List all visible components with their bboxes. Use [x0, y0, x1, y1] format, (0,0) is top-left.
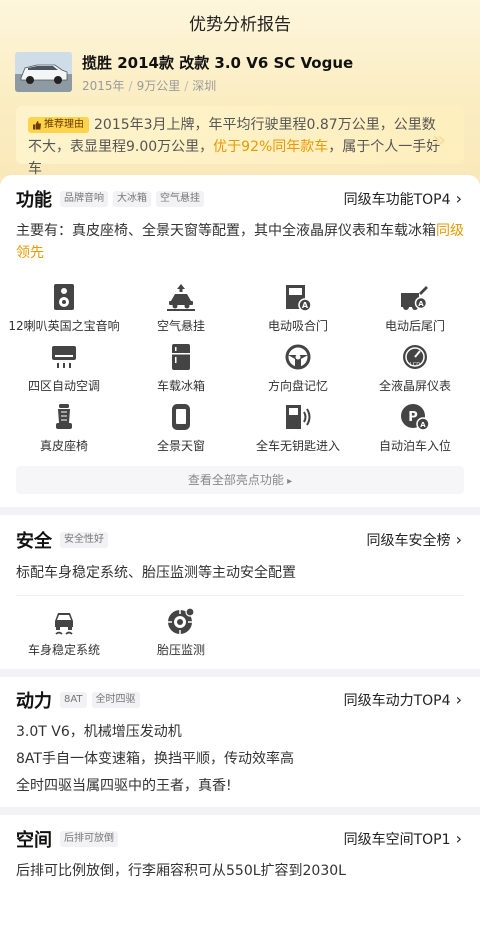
power-header: 动力 8AT 全时四驱 — [16, 687, 145, 713]
safety-desc: 标配车身稳定系统、胎压监测等主动安全配置 — [16, 565, 296, 581]
svg-text:P: P — [408, 410, 418, 425]
car-year: 2015年 — [82, 79, 125, 93]
feature-item[interactable]: 车载冰箱 — [121, 343, 241, 394]
feature-item[interactable]: 12喇叭英国之宝音响 — [4, 283, 124, 334]
function-tag: 大冰箱 — [113, 191, 151, 207]
car-name: 揽胜 2014款 改款 3.0 V6 SC Vogue — [82, 54, 354, 72]
car-mileage: 9万公里 — [136, 79, 181, 93]
feature-item[interactable]: A 电动后尾门 — [355, 283, 475, 334]
air-suspension-icon — [167, 284, 195, 311]
air-conditioner-icon — [52, 346, 76, 368]
stability-control-icon — [55, 613, 73, 635]
space-tag: 后排可放倒 — [60, 831, 118, 847]
space-title: 空间 — [16, 830, 52, 851]
leather-seat-icon — [56, 404, 72, 429]
tire-pressure-icon — [168, 607, 195, 634]
feature-item[interactable]: PA 自动泊车入位 — [355, 403, 475, 454]
safety-rank-link[interactable]: 同级车安全榜 — [367, 530, 462, 550]
panoramic-sunroof-icon — [172, 404, 190, 430]
car-meta: 2015年/9万公里 / 深圳 — [82, 79, 217, 93]
power-tag: 8AT — [60, 692, 87, 708]
fridge-icon — [172, 344, 190, 370]
space-card: 空间 后排可放倒 同级车空间TOP1 后排可比例放倒，行李厢容积可从550L扩容… — [0, 815, 480, 940]
feature-item[interactable]: A 电动吸合门 — [238, 283, 358, 334]
function-desc: 主要有：真皮座椅、全景天窗等配置，其中全液晶屏仪表和车载冰箱同级领先 — [16, 223, 464, 261]
feature-item[interactable]: LCD 全液晶屏仪表 — [355, 343, 475, 394]
function-tag: 品牌音响 — [60, 191, 108, 207]
divider — [16, 595, 464, 596]
page-title: 优势分析报告 — [189, 15, 291, 35]
safety-title: 安全 — [16, 531, 52, 552]
safety-tag: 安全性好 — [60, 532, 108, 548]
power-line: 8AT手自一体变速箱，换挡平顺，传动效率高 — [16, 751, 294, 767]
car-thumbnail[interactable] — [15, 52, 72, 92]
chevron-decoration-icon: » — [432, 128, 446, 153]
power-tailgate-icon: A — [401, 286, 428, 310]
steering-wheel-icon — [285, 344, 311, 370]
function-top-link[interactable]: 同级车功能TOP4 — [344, 189, 462, 209]
thumbs-up-icon — [33, 121, 41, 130]
svg-text:A: A — [420, 421, 426, 429]
soft-close-door-icon: A — [286, 285, 312, 311]
power-top-link[interactable]: 同级车动力TOP4 — [344, 690, 462, 710]
feature-item[interactable]: 车身稳定系统 — [4, 607, 124, 658]
power-line: 全时四驱当属四驱中的王者，真香! — [16, 778, 232, 794]
feature-item[interactable]: 四区自动空调 — [4, 343, 124, 394]
function-card: 功能 品牌音响 大冰箱 空气悬挂 同级车功能TOP4 主要有：真皮座椅、全景天窗… — [0, 175, 480, 507]
power-title: 动力 — [16, 691, 52, 712]
recommend-highlight: 优于92%同年款车 — [213, 139, 329, 155]
feature-item[interactable]: 空气悬挂 — [121, 283, 241, 334]
keyless-entry-icon — [286, 405, 311, 429]
function-header: 功能 品牌音响 大冰箱 空气悬挂 — [16, 186, 209, 212]
svg-text:A: A — [418, 300, 424, 308]
safety-card: 安全 安全性好 同级车安全榜 标配车身稳定系统、胎压监测等主动安全配置 车身稳定… — [0, 515, 480, 669]
power-line: 3.0T V6，机械增压发动机 — [16, 724, 182, 740]
feature-item[interactable]: 方向盘记忆 — [238, 343, 358, 394]
recommend-text: 2015年3月上牌，年平均行驶里程0.87万公里，公里数不大，表显里程9.00万… — [28, 117, 441, 177]
car-city: 深圳 — [192, 79, 217, 93]
space-top-link[interactable]: 同级车空间TOP1 — [344, 829, 462, 849]
feature-item[interactable]: 全车无钥匙进入 — [238, 403, 358, 454]
svg-text:LCD: LCD — [410, 362, 420, 368]
power-tag: 全时四驱 — [91, 692, 140, 708]
auto-parking-icon: PA — [401, 404, 430, 431]
space-desc: 后排可比例放倒，行李厢容积可从550L扩容到2030L — [16, 863, 346, 879]
svg-text:A: A — [302, 301, 309, 310]
function-title: 功能 — [16, 190, 52, 211]
function-tag: 空气悬挂 — [156, 191, 204, 207]
safety-header: 安全 安全性好 — [16, 527, 113, 553]
lcd-gauge-icon: LCD — [403, 345, 427, 369]
feature-item[interactable]: 胎压监测 — [121, 607, 241, 658]
feature-item[interactable]: 全景天窗 — [121, 403, 241, 454]
space-header: 空间 后排可放倒 — [16, 826, 123, 852]
view-all-features-button[interactable]: 查看全部亮点功能 — [16, 466, 464, 494]
feature-item[interactable]: 真皮座椅 — [4, 403, 124, 454]
power-card: 动力 8AT 全时四驱 同级车动力TOP4 3.0T V6，机械增压发动机 8A… — [0, 677, 480, 807]
speaker-icon — [54, 284, 74, 310]
recommend-badge: 推荐理由 — [28, 117, 89, 133]
